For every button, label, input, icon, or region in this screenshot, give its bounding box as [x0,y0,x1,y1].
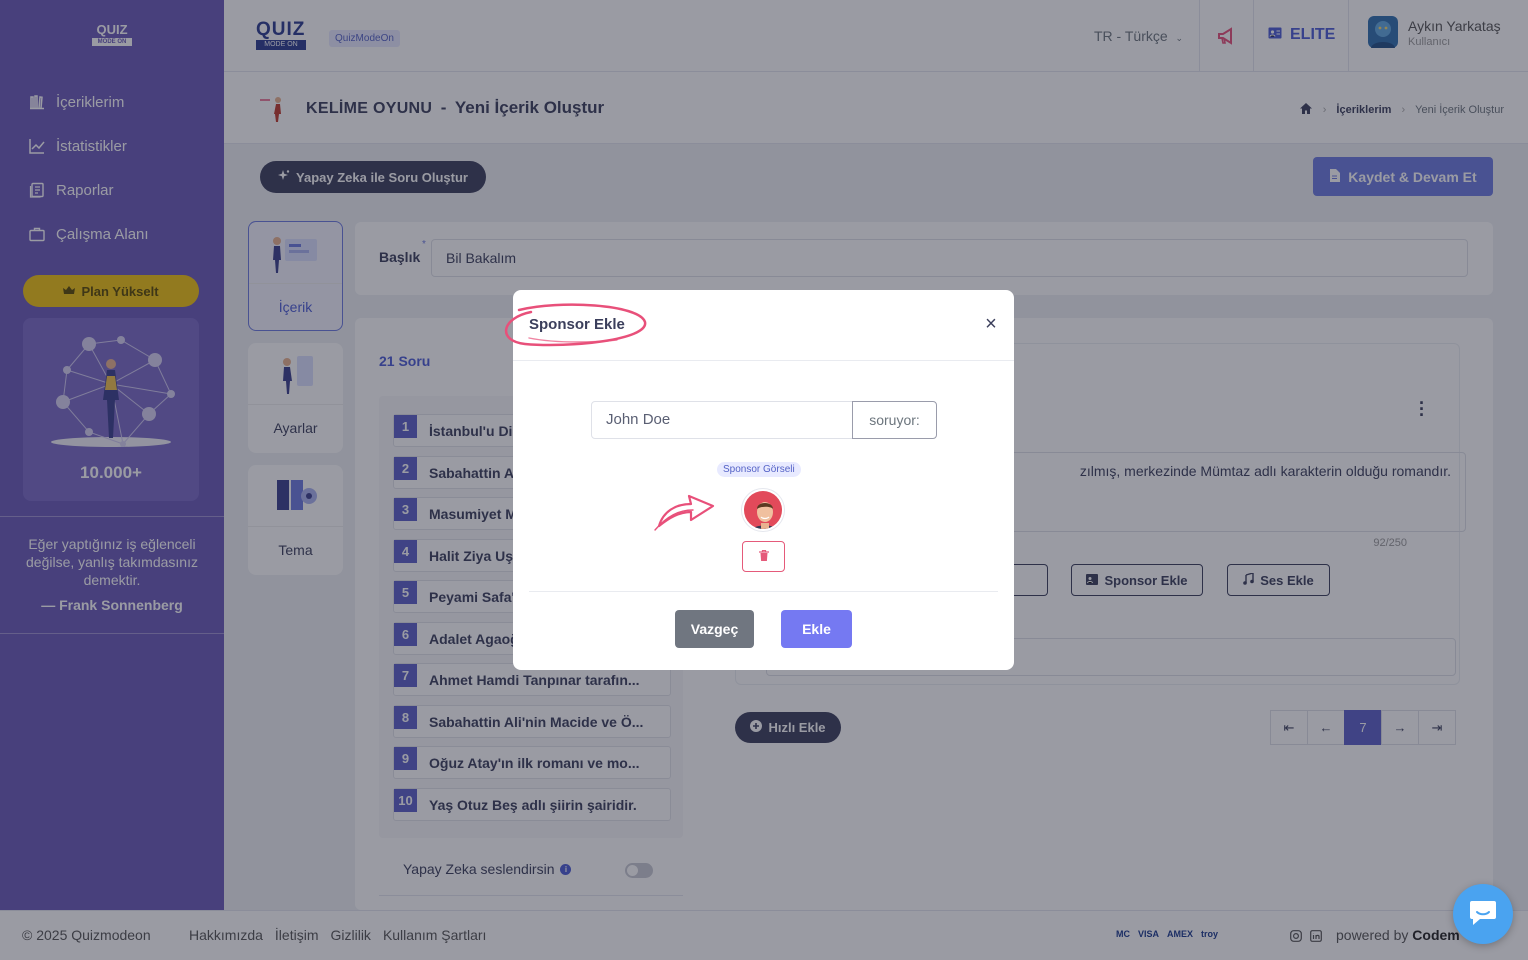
sponsor-image[interactable] [742,489,784,531]
cancel-button[interactable]: Vazgeç [675,610,754,648]
chat-button[interactable] [1453,884,1513,944]
trash-icon [758,548,769,566]
arrow-annotation [654,494,715,531]
add-button[interactable]: Ekle [781,610,852,648]
sponsor-name-input[interactable]: John Doe [591,401,853,439]
modal-title: Sponsor Ekle [529,316,625,333]
chat-bubble-icon [1468,898,1498,931]
delete-image-button[interactable] [742,541,785,572]
modal-divider [529,591,998,592]
sponsor-modal: Sponsor Ekle × John Doe soruyor: Sponsor… [505,290,1014,670]
modal-header: Sponsor Ekle × [505,290,1014,361]
sponsor-image-badge: Sponsor Görseli [717,462,801,477]
close-icon[interactable]: × [981,314,1001,334]
asks-suffix-label: soruyor: [852,401,937,439]
